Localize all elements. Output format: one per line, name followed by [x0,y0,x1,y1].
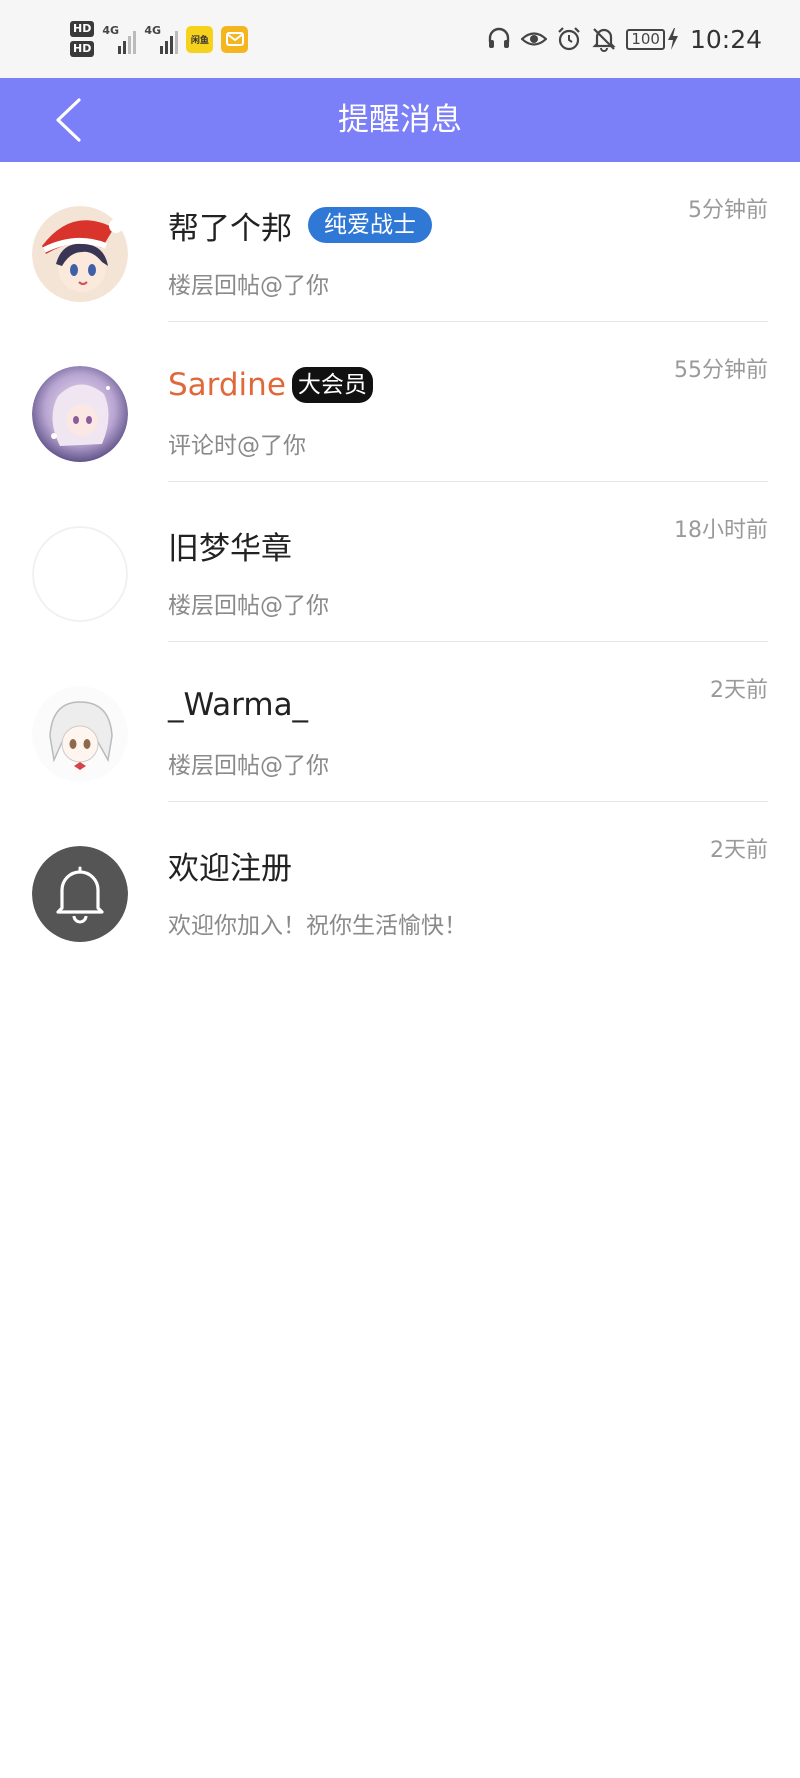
sim1-network-type: 4G [102,24,120,37]
vip-badge: 大会员 [291,367,373,403]
notification-time: 5分钟前 [688,198,768,223]
notification-name-row: 欢迎注册 [168,844,292,887]
sim1-signal-icon: 4G [102,24,137,54]
bell-muted-icon [592,28,616,52]
hd-indicator-1: HD [70,21,95,37]
notification-message: 楼层回帖@了你 [168,593,329,619]
battery-icon: 100 [626,28,679,50]
status-bar-right: 100 10:24 [486,20,762,58]
user-badge: 纯爱战士 [308,207,432,243]
notification-item[interactable]: _Warma_ 楼层回帖@了你 2天前 [0,642,800,802]
status-bar-left: HD HD 4G 4G 闲鱼 [70,16,249,62]
headphones-icon [489,27,510,48]
notification-message: 评论时@了你 [168,433,306,459]
notification-item[interactable]: 旧梦华章 楼层回帖@了你 18小时前 [0,482,800,642]
username[interactable]: _Warma_ [168,687,308,723]
status-time: 10:24 [689,24,762,54]
avatar[interactable] [32,686,128,782]
username[interactable]: 帮了个邦 [168,203,292,248]
bell-icon [32,846,128,942]
notification-time: 2天前 [710,838,768,863]
notification-item[interactable]: Sardine 大会员 评论时@了你 55分钟前 [0,322,800,482]
alarm-icon [558,27,581,51]
sim2-network-type: 4G [144,24,162,37]
avatar[interactable] [32,206,128,302]
system-avatar[interactable] [32,846,128,942]
notification-time: 2天前 [710,678,768,703]
notification-name-row: Sardine 大会员 [168,364,373,406]
eye-icon [521,32,548,46]
notification-time: 55分钟前 [674,358,768,383]
notification-item[interactable]: 帮了个邦 纯爱战士 楼层回帖@了你 5分钟前 [0,162,800,322]
username[interactable]: 旧梦华章 [168,523,292,568]
notification-list: 帮了个邦 纯爱战士 楼层回帖@了你 5分钟前 Sardine 大会员 评论时@了… [0,162,800,962]
avatar[interactable] [32,366,128,462]
notification-message: 欢迎你加入！祝你生活愉快！ [168,913,467,939]
notification-name-row: 旧梦华章 [168,523,292,568]
notification-message: 楼层回帖@了你 [168,273,329,299]
notification-item[interactable]: 欢迎注册 欢迎你加入！祝你生活愉快！ 2天前 [0,802,800,962]
notification-name-row: 帮了个邦 纯爱战士 [168,203,432,248]
xianyu-app-label: 闲鱼 [190,35,209,46]
battery-level: 100 [626,28,665,50]
avatar[interactable] [32,526,128,622]
sim2-signal-icon: 4G [144,24,179,54]
notification-title: 欢迎注册 [168,850,292,887]
charging-icon [667,28,678,50]
hd-indicator-2: HD [70,41,95,57]
page-title: 提醒消息 [338,102,462,138]
xianyu-app-icon: 闲鱼 [186,25,214,53]
hd-indicators: HD HD [70,21,95,57]
mail-icon [221,25,249,53]
app-header: 提醒消息 [0,78,800,162]
status-bar: HD HD 4G 4G 闲鱼 100 10:24 [0,0,800,78]
notification-name-row: _Warma_ [168,684,308,726]
notification-time: 18小时前 [674,518,768,543]
username[interactable]: Sardine [168,367,286,403]
notification-message: 楼层回帖@了你 [168,753,329,779]
